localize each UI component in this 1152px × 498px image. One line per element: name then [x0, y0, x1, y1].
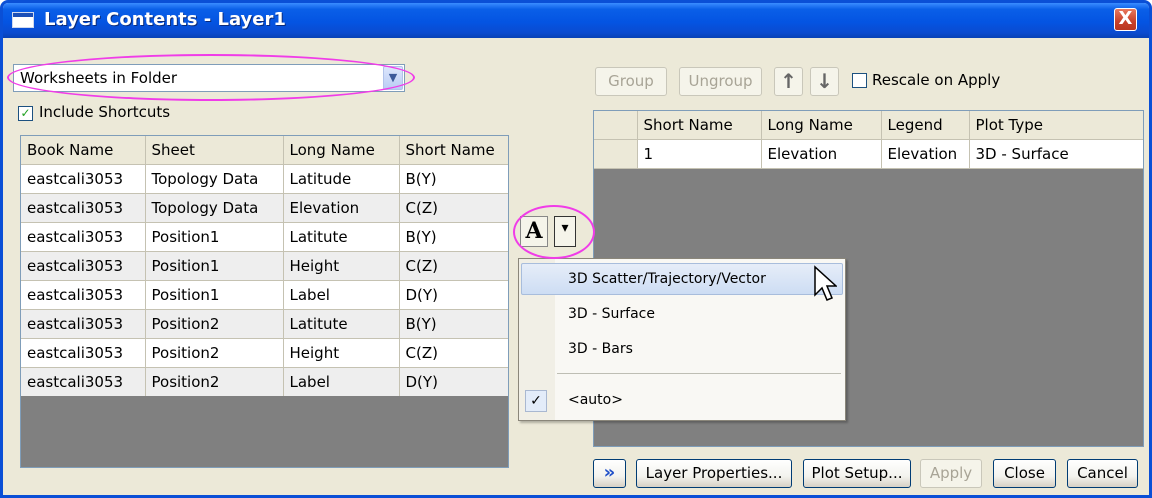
rescale-on-apply-label: Rescale on Apply: [872, 71, 1001, 89]
cell-short-name: D(Y): [399, 280, 508, 310]
cancel-button[interactable]: Cancel: [1067, 459, 1138, 488]
column-header[interactable]: Short Name: [637, 111, 762, 140]
row-header-corner: [594, 111, 638, 140]
datasets-table: Book Name Sheet Long Name Short Name eas…: [21, 136, 508, 397]
rescale-on-apply-checkbox[interactable]: [852, 73, 867, 88]
include-shortcuts-label: Include Shortcuts: [39, 103, 171, 121]
menu-item-3d-surface[interactable]: 3D - Surface: [568, 304, 655, 324]
plot-type-menu: 3D Scatter/Trajectory/Vector 3D - Surfac…: [518, 258, 846, 421]
cell-short-name: C(Z): [399, 251, 508, 281]
filter-dropdown-value: Worksheets in Folder: [20, 69, 178, 87]
close-button[interactable]: Close: [993, 459, 1056, 488]
menu-item-auto[interactable]: <auto>: [568, 390, 623, 410]
arrow-up-icon[interactable]: ↑: [774, 67, 803, 96]
cell-long-name: Label: [283, 367, 400, 397]
add-plot-button[interactable]: A: [520, 216, 548, 247]
table-row[interactable]: eastcali3053 Position2 Label D(Y): [21, 367, 508, 397]
layer-plots-header-row: Short Name Long Name Legend Plot Type: [594, 111, 1143, 140]
cell-book-name: eastcali3053: [21, 193, 146, 223]
cell-book-name: eastcali3053: [21, 309, 146, 339]
cell-plot-type: 3D - Surface: [969, 139, 1143, 169]
mouse-pointer-icon: [814, 265, 837, 301]
column-header[interactable]: Long Name: [761, 111, 882, 140]
cell-sheet: Position2: [145, 367, 284, 397]
cell-long-name: Elevation: [283, 193, 400, 223]
table-row[interactable]: eastcali3053 Position1 Label D(Y): [21, 280, 508, 310]
cell-sheet: Position2: [145, 309, 284, 339]
grid-empty-area: [21, 396, 508, 467]
arrow-down-icon[interactable]: ↓: [810, 67, 839, 96]
cell-sheet: Position2: [145, 338, 284, 368]
cell-book-name: eastcali3053: [21, 251, 146, 281]
cell-short-name: C(Z): [399, 193, 508, 223]
column-header[interactable]: Long Name: [283, 136, 400, 165]
cell-long-name: Label: [283, 280, 400, 310]
table-row[interactable]: eastcali3053 Topology Data Latitude B(Y): [21, 164, 508, 194]
ungroup-button[interactable]: Ungroup: [679, 67, 762, 96]
checkmark-icon: ✓: [525, 390, 547, 412]
cell-short-name: D(Y): [399, 367, 508, 397]
layer-properties-button[interactable]: Layer Properties...: [636, 459, 792, 488]
cell-long-name: Latitute: [283, 309, 400, 339]
menu-item-3d-scatter[interactable]: 3D Scatter/Trajectory/Vector: [568, 269, 766, 289]
cell-sheet: Topology Data: [145, 164, 284, 194]
datasets-grid: Book Name Sheet Long Name Short Name eas…: [20, 135, 509, 468]
column-header[interactable]: Short Name: [399, 136, 508, 165]
column-header[interactable]: Legend: [881, 111, 970, 140]
layer-plots-table: Short Name Long Name Legend Plot Type 1 …: [594, 111, 1143, 169]
table-row[interactable]: eastcali3053 Position2 Height C(Z): [21, 338, 508, 368]
filter-dropdown[interactable]: Worksheets in Folder ▼: [13, 64, 405, 92]
cell-sheet: Topology Data: [145, 193, 284, 223]
cell-book-name: eastcali3053: [21, 222, 146, 252]
table-row[interactable]: 1 Elevation Elevation 3D - Surface: [594, 139, 1143, 169]
group-button[interactable]: Group: [595, 67, 667, 96]
plot-type-dropdown-button[interactable]: ▾: [554, 216, 576, 247]
close-window-button[interactable]: X: [1114, 8, 1137, 31]
cell-long-name: Height: [283, 338, 400, 368]
cell-long-name: Latitude: [283, 164, 400, 194]
cell-sheet: Position1: [145, 222, 284, 252]
datasets-header-row: Book Name Sheet Long Name Short Name: [21, 136, 508, 165]
row-header[interactable]: [594, 139, 638, 169]
cell-book-name: eastcali3053: [21, 338, 146, 368]
chevron-down-icon[interactable]: ▼: [383, 66, 403, 90]
table-row[interactable]: eastcali3053 Position2 Latitute B(Y): [21, 309, 508, 339]
table-row[interactable]: eastcali3053 Topology Data Elevation C(Z…: [21, 193, 508, 223]
cell-book-name: eastcali3053: [21, 367, 146, 397]
plot-setup-button[interactable]: Plot Setup...: [803, 459, 911, 488]
cell-book-name: eastcali3053: [21, 164, 146, 194]
cell-sheet: Position1: [145, 280, 284, 310]
expand-button[interactable]: »: [593, 459, 626, 488]
cell-long-name: Latitute: [283, 222, 400, 252]
column-header[interactable]: Book Name: [21, 136, 146, 165]
window-title: Layer Contents - Layer1: [44, 9, 286, 30]
cell-short-name: C(Z): [399, 338, 508, 368]
column-header[interactable]: Sheet: [145, 136, 284, 165]
menu-item-3d-bars[interactable]: 3D - Bars: [568, 339, 633, 359]
table-row[interactable]: eastcali3053 Position1 Height C(Z): [21, 251, 508, 281]
cell-short-name: B(Y): [399, 309, 508, 339]
cell-sheet: Position1: [145, 251, 284, 281]
cell-long-name: Elevation: [761, 139, 882, 169]
cell-short-name: 1: [637, 139, 762, 169]
include-shortcuts-checkbox[interactable]: ✓: [18, 106, 33, 121]
cell-short-name: B(Y): [399, 164, 508, 194]
cell-legend: Elevation: [881, 139, 970, 169]
table-row[interactable]: eastcali3053 Position1 Latitute B(Y): [21, 222, 508, 252]
cell-short-name: B(Y): [399, 222, 508, 252]
cell-long-name: Height: [283, 251, 400, 281]
layer-contents-dialog: Layer Contents - Layer1 X Worksheets in …: [0, 0, 1152, 498]
column-header[interactable]: Plot Type: [969, 111, 1143, 140]
apply-button[interactable]: Apply: [920, 459, 982, 488]
menu-separator: [557, 373, 841, 374]
title-bar[interactable]: Layer Contents - Layer1 X: [3, 3, 1149, 38]
cell-book-name: eastcali3053: [21, 280, 146, 310]
window-icon: [12, 12, 34, 28]
